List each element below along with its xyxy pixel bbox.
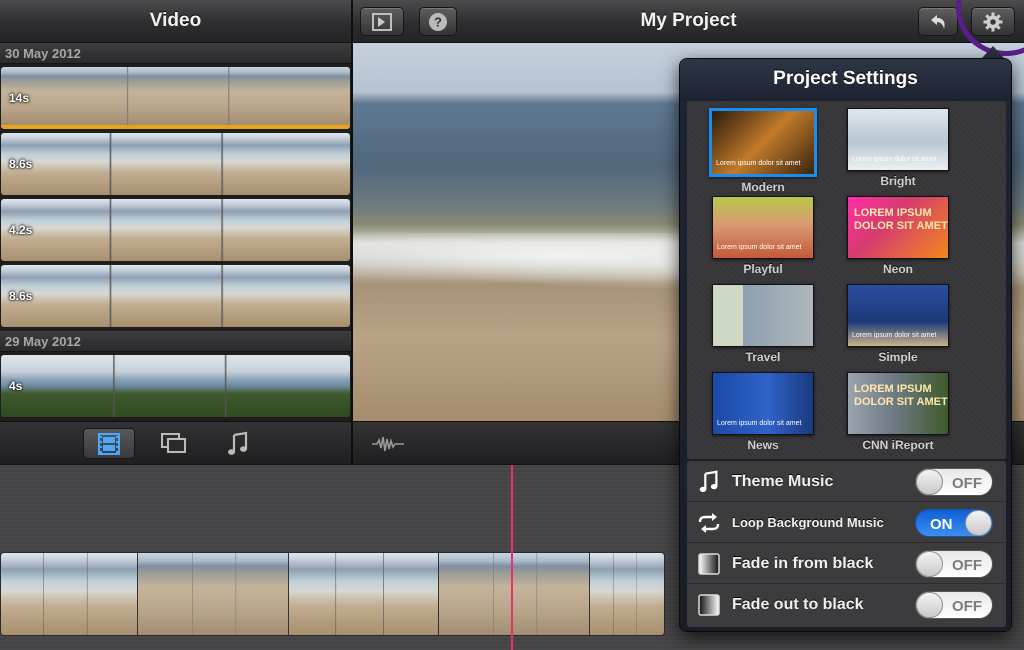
video-library: 30 May 2012 14s 8.6s 4.2s 8.6s 29 May 20… bbox=[0, 43, 351, 421]
library-clip[interactable]: 8.6s bbox=[1, 265, 350, 327]
audio-waveform-icon[interactable] bbox=[371, 434, 405, 454]
fade-square-icon bbox=[698, 594, 720, 616]
setting-label: Fade in from black bbox=[732, 555, 874, 572]
date-header: 30 May 2012 bbox=[0, 43, 351, 64]
toggle-knob bbox=[965, 510, 992, 536]
music-note-icon bbox=[228, 431, 248, 455]
library-clip[interactable]: 4.2s bbox=[1, 199, 350, 261]
theme-caption: Lorem ipsum dolor sit amet bbox=[852, 156, 937, 163]
clip-duration: 8.6s bbox=[9, 289, 33, 303]
setting-label: Fade out to black bbox=[732, 596, 864, 613]
theme-music-row: Theme Music OFF bbox=[687, 461, 1006, 502]
timeline-clip[interactable] bbox=[289, 553, 439, 635]
theme-caption: Lorem ipsum dolor sit amet bbox=[716, 160, 801, 167]
timeline-clip[interactable] bbox=[1, 553, 138, 635]
fade-in-toggle[interactable]: OFF bbox=[915, 550, 993, 578]
toggle-state: OFF bbox=[952, 557, 982, 574]
settings-list: Theme Music OFF Loop Background Music ON bbox=[687, 461, 1006, 627]
theme-simple[interactable]: Lorem ipsum dolor sit amet Simple bbox=[843, 284, 953, 364]
theme-caption: LOREM IPSUM DOLOR SIT AMET bbox=[854, 383, 948, 408]
fade-in-row: Fade in from black OFF bbox=[687, 543, 1006, 584]
library-header: Video bbox=[0, 0, 351, 43]
theme-caption: Lorem ipsum dolor sit amet bbox=[717, 244, 802, 251]
toggle-state: OFF bbox=[952, 598, 982, 615]
undo-button[interactable] bbox=[918, 7, 958, 36]
timeline-clip[interactable] bbox=[590, 553, 664, 635]
popover-arrow bbox=[982, 46, 1004, 58]
timeline-clips[interactable] bbox=[0, 552, 665, 636]
theme-neon[interactable]: LOREM IPSUM DOLOR SIT AMET Neon bbox=[843, 196, 953, 276]
theme-label: Neon bbox=[883, 262, 913, 276]
theme-bright[interactable]: Lorem ipsum dolor sit amet Bright bbox=[843, 108, 953, 188]
theme-news[interactable]: Lorem ipsum dolor sit amet News bbox=[708, 372, 818, 452]
fade-out-toggle[interactable]: OFF bbox=[915, 591, 993, 619]
theme-caption: Lorem ipsum dolor sit amet bbox=[852, 332, 937, 339]
loop-music-row: Loop Background Music ON bbox=[687, 502, 1006, 543]
theme-thumbnail: Lorem ipsum dolor sit amet bbox=[847, 108, 949, 171]
theme-modern[interactable]: Lorem ipsum dolor sit amet Modern bbox=[708, 108, 818, 194]
popover-title: Project Settings bbox=[680, 59, 1011, 101]
library-clip[interactable]: 4s bbox=[1, 355, 350, 417]
theme-grid: Lorem ipsum dolor sit amet Modern Lorem ip… bbox=[687, 101, 1006, 459]
clip-duration: 14s bbox=[9, 91, 30, 105]
clip-duration: 4.2s bbox=[9, 223, 33, 237]
toggle-state: ON bbox=[930, 516, 953, 533]
theme-thumbnail: Lorem ipsum dolor sit amet bbox=[847, 284, 949, 347]
film-strip-icon bbox=[98, 433, 120, 455]
theme-thumbnail bbox=[712, 284, 814, 347]
library-title: Video bbox=[149, 10, 202, 31]
theme-label: Playful bbox=[743, 262, 783, 276]
theme-thumbnail: Lorem ipsum dolor sit amet bbox=[712, 196, 814, 259]
loop-icon bbox=[698, 513, 720, 533]
setting-label: Theme Music bbox=[732, 473, 834, 490]
library-toolbar bbox=[0, 421, 351, 464]
theme-caption: LOREM IPSUM DOLOR SIT AMET bbox=[854, 207, 948, 232]
theme-label: News bbox=[747, 438, 779, 452]
undo-icon bbox=[931, 15, 945, 29]
date-header: 29 May 2012 bbox=[0, 331, 351, 352]
theme-caption: Lorem ipsum dolor sit amet bbox=[717, 420, 802, 427]
theme-thumbnail: LOREM IPSUM DOLOR SIT AMET bbox=[847, 372, 949, 435]
theme-label: CNN iReport bbox=[862, 438, 934, 452]
theme-label: Modern bbox=[741, 180, 785, 194]
clip-duration: 4s bbox=[9, 379, 23, 393]
theme-thumbnail: LOREM IPSUM DOLOR SIT AMET bbox=[847, 196, 949, 259]
clip-duration: 8.6s bbox=[9, 157, 33, 171]
theme-cnn-ireport[interactable]: LOREM IPSUM DOLOR SIT AMET CNN iReport bbox=[843, 372, 953, 452]
fade-out-row: Fade out to black OFF bbox=[687, 584, 1006, 625]
toggle-knob bbox=[916, 592, 943, 618]
library-clip[interactable]: 8.6s bbox=[1, 133, 350, 195]
playhead[interactable] bbox=[511, 465, 513, 650]
theme-label: Simple bbox=[878, 350, 918, 364]
fade-square-icon bbox=[698, 553, 720, 575]
theme-travel[interactable]: Travel bbox=[708, 284, 818, 364]
project-settings-popover: Project Settings Lorem ipsum dolor sit a… bbox=[679, 58, 1012, 632]
video-tab-button[interactable] bbox=[83, 428, 135, 459]
photos-tab-button[interactable] bbox=[148, 428, 200, 459]
theme-thumbnail: Lorem ipsum dolor sit amet bbox=[709, 108, 817, 177]
toggle-state: OFF bbox=[952, 475, 982, 492]
theme-playful[interactable]: Lorem ipsum dolor sit amet Playful bbox=[708, 196, 818, 276]
photos-icon bbox=[161, 433, 186, 453]
timeline-clip[interactable] bbox=[137, 553, 290, 635]
audio-tab-button[interactable] bbox=[212, 428, 264, 459]
theme-label: Travel bbox=[745, 350, 781, 364]
toggle-knob bbox=[916, 551, 943, 577]
library-clip[interactable]: 14s bbox=[1, 67, 350, 129]
theme-label: Bright bbox=[880, 174, 916, 188]
theme-music-toggle[interactable]: OFF bbox=[915, 468, 993, 496]
toggle-knob bbox=[916, 469, 943, 495]
loop-music-toggle[interactable]: ON bbox=[915, 509, 993, 537]
music-note-icon bbox=[699, 470, 718, 492]
project-header: ? My Project bbox=[353, 0, 1024, 43]
theme-thumbnail: Lorem ipsum dolor sit amet bbox=[712, 372, 814, 435]
timeline-clip[interactable] bbox=[438, 553, 591, 635]
setting-label: Loop Background Music bbox=[732, 515, 884, 530]
